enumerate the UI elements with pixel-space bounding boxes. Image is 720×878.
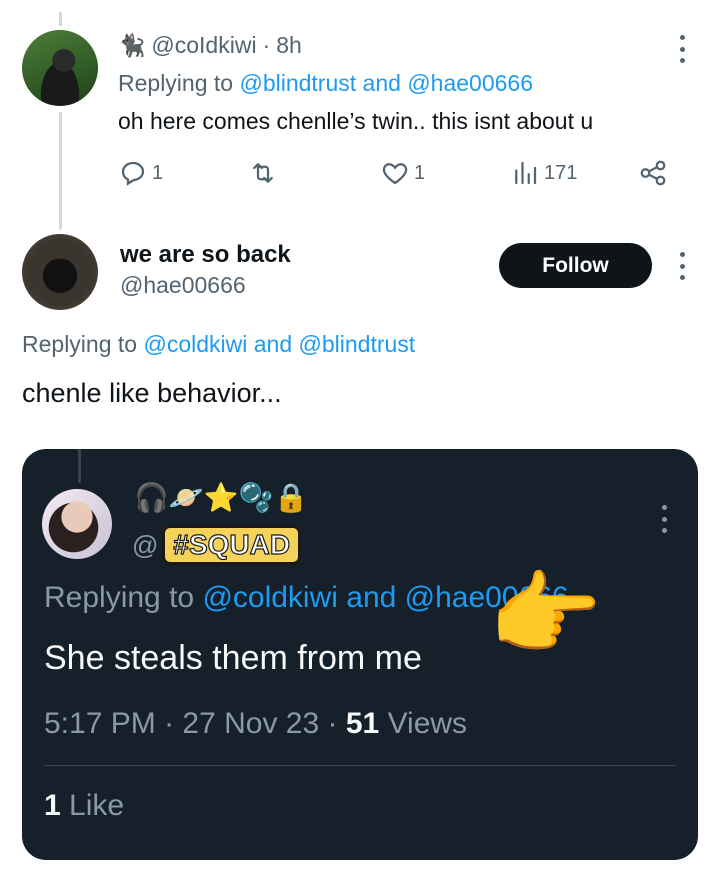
share-button[interactable] xyxy=(638,158,668,188)
time: 5:17 PM xyxy=(44,707,156,740)
mention-link[interactable]: @coldkiwi xyxy=(143,331,247,357)
mention-link[interactable]: @blindtrust xyxy=(299,331,416,357)
timestamp[interactable]: 8h xyxy=(276,32,302,59)
reply-button[interactable]: 1 xyxy=(118,158,163,188)
share-icon xyxy=(640,160,666,186)
retweet-icon xyxy=(253,163,273,183)
pointing-hand-emoji-icon: 👉 xyxy=(488,564,603,666)
replying-to-line: Replying to @blindtrust and @hae00666 xyxy=(118,70,533,96)
replying-to-line: Replying to @coldkiwi and @blindtrust xyxy=(22,331,416,357)
quoted-handle: @ #SQUAD xyxy=(132,525,302,565)
quoted-text: She steals them from me xyxy=(44,639,422,677)
action-bar: 1 1 171 xyxy=(118,158,678,194)
avatar xyxy=(42,489,112,559)
separator: · xyxy=(262,32,271,58)
squad-badge: #SQUAD xyxy=(162,525,302,565)
views-bar-chart-icon xyxy=(515,161,537,185)
thread-line xyxy=(59,112,62,230)
mention-link[interactable]: @blindtrust xyxy=(239,70,356,96)
user-handle[interactable]: @hae00666 xyxy=(120,272,246,299)
heart-icon xyxy=(382,163,408,185)
views-button[interactable]: 171 xyxy=(510,158,577,188)
thread-line xyxy=(78,449,81,483)
emoji-name-row: 🎧🪐⭐🫧🔒 xyxy=(134,482,309,513)
avatar[interactable] xyxy=(22,234,98,310)
divider xyxy=(44,765,676,766)
reply-count: 1 xyxy=(152,161,164,184)
reply-icon xyxy=(121,161,145,186)
retweet-button[interactable] xyxy=(248,158,278,188)
tweet-text: chenle like behavior... xyxy=(22,378,282,408)
quoted-tweet-image[interactable]: 🎧🪐⭐🫧🔒 @ #SQUAD Replying to @coldkiwi and… xyxy=(22,449,698,860)
more-options-icon[interactable] xyxy=(678,252,686,280)
reply-handle[interactable]: @coIdkiwi xyxy=(151,32,256,59)
like-count: 1 xyxy=(414,161,426,184)
views-count: 51 xyxy=(345,707,380,740)
more-options-icon xyxy=(660,505,668,533)
display-name[interactable]: we are so back xyxy=(120,241,291,269)
thread-line-top xyxy=(59,12,62,26)
like-button[interactable]: 1 xyxy=(380,158,425,188)
likes-label: Like xyxy=(69,789,125,822)
more-options-icon[interactable] xyxy=(678,35,686,63)
likes-count: 1 xyxy=(44,789,61,822)
tweet-text: oh here comes chenlle’s twin.. this isnt… xyxy=(118,108,594,134)
tweet-meta: 5:17 PM · 27 Nov 23 · 51 Views xyxy=(44,707,468,740)
views-count: 171 xyxy=(544,161,578,184)
reply-header: 🐈‍⬛ @coIdkiwi · 8h xyxy=(118,32,302,59)
date: 27 Nov 23 xyxy=(182,707,320,740)
black-cat-emoji-icon: 🐈‍⬛ xyxy=(118,32,146,58)
avatar[interactable] xyxy=(22,30,98,106)
mention-link[interactable]: @hae00666 xyxy=(407,70,533,96)
follow-button[interactable]: Follow xyxy=(499,243,652,288)
views-label: Views xyxy=(387,707,468,740)
likes-line: 1 Like xyxy=(44,789,124,823)
